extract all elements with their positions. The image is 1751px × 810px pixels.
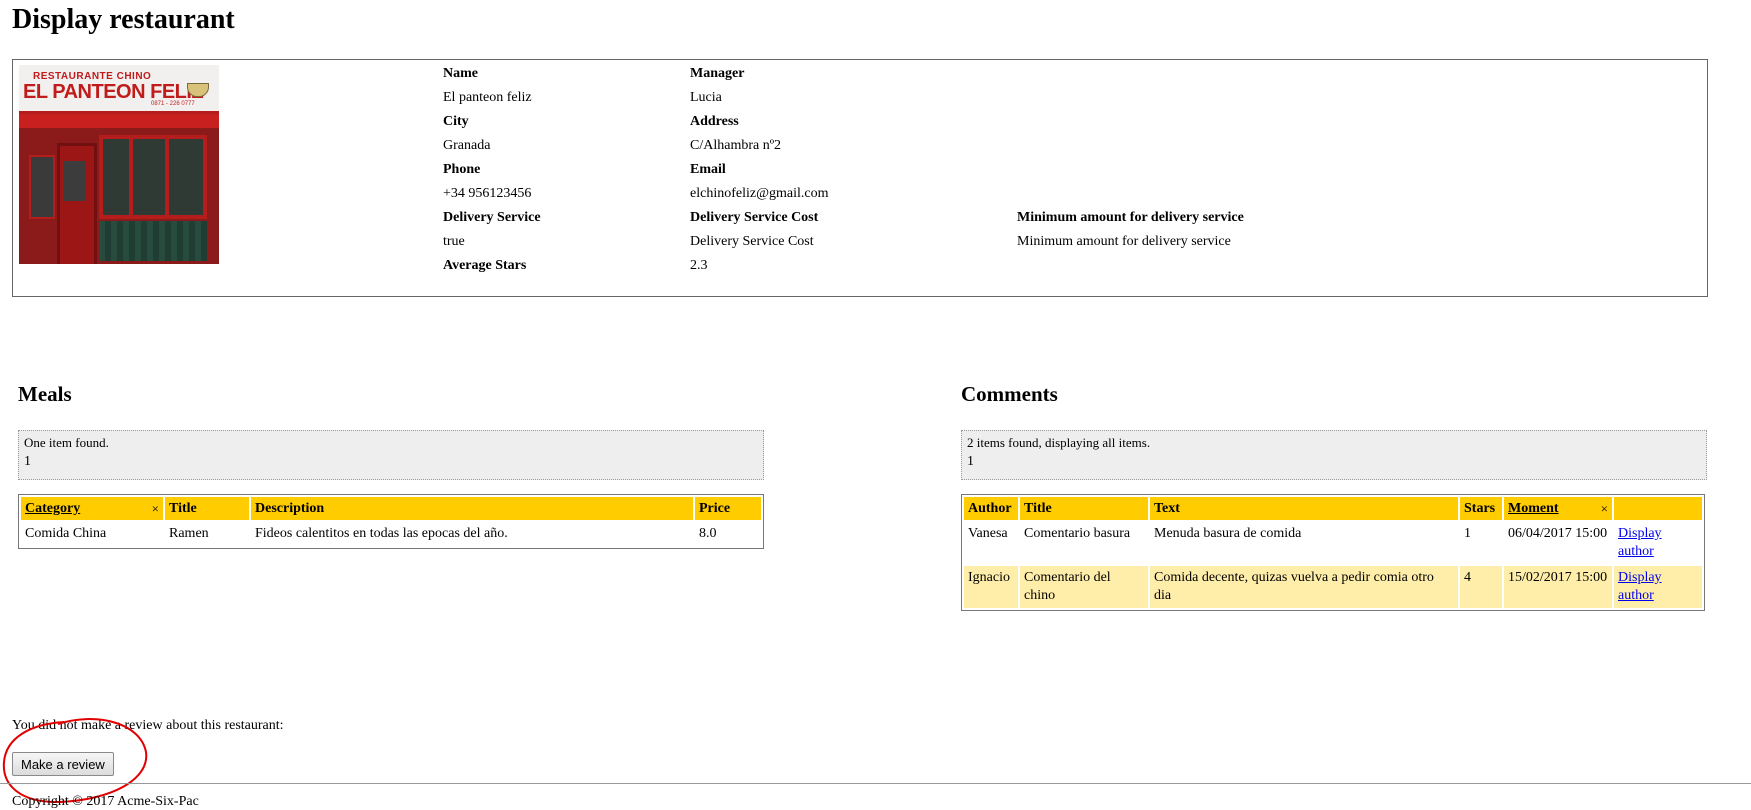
comment-stars: 1 (1460, 522, 1502, 564)
average-stars-value: 2.3 (690, 258, 708, 273)
delivery-service-cost-label: Delivery Service Cost (690, 210, 819, 225)
meal-price: 8.0 (695, 522, 761, 546)
minimum-amount-value: Minimum amount for delivery service (1017, 234, 1231, 249)
restaurant-details-panel: RESTAURANTE CHINO EL PANTEON FELIZ 0871 … (12, 59, 1708, 297)
comment-text: Comida decente, quizas vuelva a pedir co… (1150, 566, 1458, 608)
meal-title: Ramen (165, 522, 249, 546)
sort-moment-link[interactable]: Moment (1508, 501, 1559, 516)
average-stars-label: Average Stars (443, 258, 527, 273)
comments-item-count: 2 items found, displaying all items. (967, 435, 1151, 450)
meals-header-row: Category × Title Description Price (21, 497, 761, 520)
meals-title: Meals (18, 382, 72, 406)
comment-author: Ignacio (964, 566, 1018, 608)
comments-col-title: Title (1020, 497, 1148, 520)
email-value: elchinofeliz@gmail.com (690, 186, 829, 201)
review-status-text: You did not make a review about this res… (12, 718, 284, 733)
footer-copyright: Copyright © 2017 Acme-Six-Pac (12, 794, 199, 809)
delivery-service-label: Delivery Service (443, 210, 541, 225)
minimum-amount-label: Minimum amount for delivery service (1017, 210, 1244, 225)
page-title: Display restaurant (12, 4, 235, 35)
comments-table: Author Title Text Stars Moment × Vanesa … (961, 494, 1705, 611)
meals-page-number[interactable]: 1 (24, 452, 758, 472)
meals-col-description: Description (251, 497, 693, 520)
city-value: Granada (443, 138, 491, 153)
comment-action: Display author (1614, 522, 1702, 564)
comment-text: Menuda basura de comida (1150, 522, 1458, 564)
comment-stars: 4 (1460, 566, 1502, 608)
comment-action: Display author (1614, 566, 1702, 608)
name-label: Name (443, 66, 478, 81)
phone-label: Phone (443, 162, 481, 177)
meals-table: Category × Title Description Price Comid… (18, 494, 764, 549)
comments-col-author: Author (964, 497, 1018, 520)
comments-col-moment[interactable]: Moment × (1504, 497, 1612, 520)
comments-col-stars: Stars (1460, 497, 1502, 520)
comments-col-text: Text (1150, 497, 1458, 520)
manager-value: Lucia (690, 90, 722, 105)
sort-category-link[interactable]: Category (25, 501, 80, 516)
name-value: El panteon feliz (443, 90, 532, 105)
table-row: Vanesa Comentario basura Menuda basura d… (964, 522, 1702, 564)
meals-col-category[interactable]: Category × (21, 497, 163, 520)
comment-title: Comentario basura (1020, 522, 1148, 564)
comments-page-number[interactable]: 1 (967, 452, 1701, 472)
meal-description: Fideos calentitos en todas las epocas de… (251, 522, 693, 546)
comment-moment: 15/02/2017 15:00 (1504, 566, 1612, 608)
email-label: Email (690, 162, 726, 177)
sign-phone-text: 0871 - 226 0777 (151, 101, 195, 107)
make-review-button[interactable]: Make a review (12, 752, 114, 776)
city-label: City (443, 114, 469, 129)
comment-author: Vanesa (964, 522, 1018, 564)
clear-sort-icon[interactable]: × (152, 501, 159, 517)
delivery-service-cost-value: Delivery Service Cost (690, 234, 814, 249)
comment-moment: 06/04/2017 15:00 (1504, 522, 1612, 564)
display-author-link[interactable]: Display author (1618, 570, 1662, 603)
address-label: Address (690, 114, 739, 129)
clear-sort-icon[interactable]: × (1601, 501, 1608, 517)
meal-category: Comida China (21, 522, 163, 546)
address-value: C/Alhambra nº2 (690, 138, 782, 153)
table-row: Comida China Ramen Fideos calentitos en … (21, 522, 761, 546)
display-author-link[interactable]: Display author (1618, 526, 1662, 559)
restaurant-photo: RESTAURANTE CHINO EL PANTEON FELIZ 0871 … (19, 65, 219, 264)
comment-title: Comentario del chino (1020, 566, 1148, 608)
meals-col-price: Price (695, 497, 761, 520)
meals-col-title: Title (165, 497, 249, 520)
meals-pager: One item found. 1 (18, 430, 764, 480)
footer-divider (0, 783, 1751, 784)
manager-label: Manager (690, 66, 745, 81)
storefront-window (99, 135, 207, 219)
comments-pager: 2 items found, displaying all items. 1 (961, 430, 1707, 480)
comments-title: Comments (961, 382, 1058, 406)
table-row: Ignacio Comentario del chino Comida dece… (964, 566, 1702, 608)
phone-value: +34 956123456 (443, 186, 532, 201)
meals-item-count: One item found. (24, 435, 109, 450)
comments-col-action (1614, 497, 1702, 520)
delivery-service-value: true (443, 234, 465, 249)
comments-header-row: Author Title Text Stars Moment × (964, 497, 1702, 520)
